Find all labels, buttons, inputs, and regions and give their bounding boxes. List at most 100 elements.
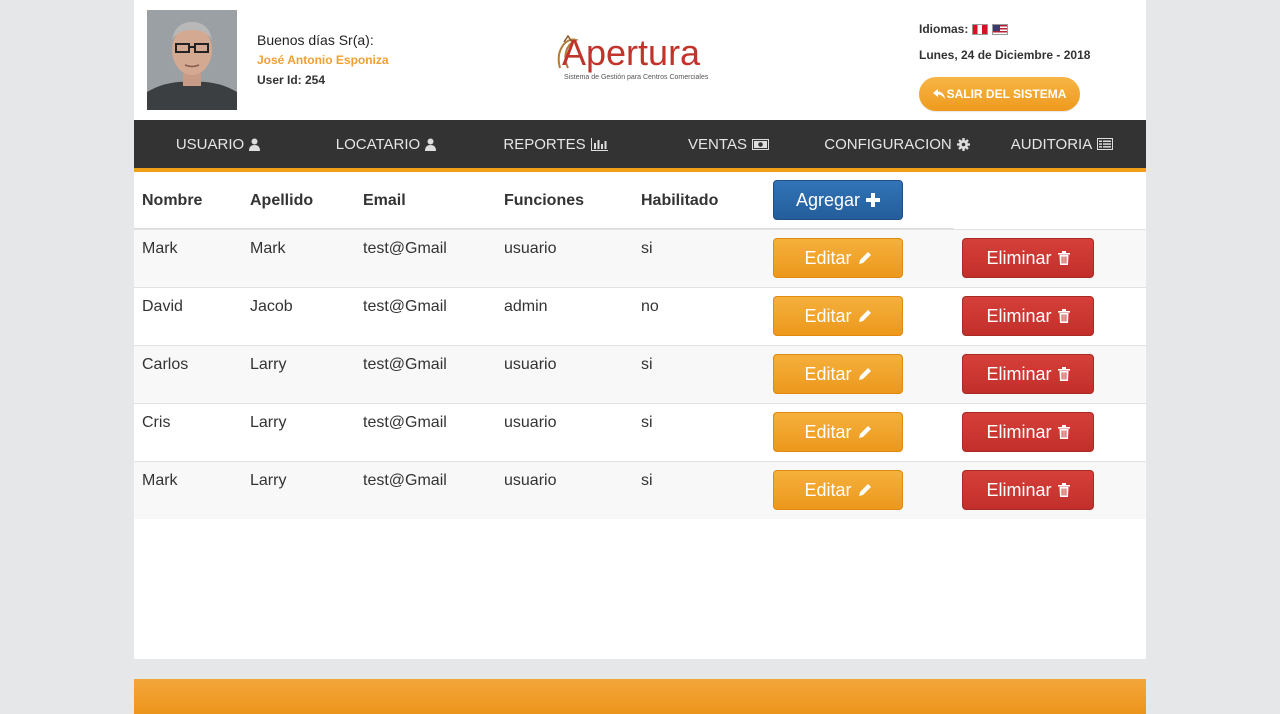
app-logo: Apertura Sistema de Gestión para Centros…: [554, 32, 714, 87]
table-row: Carlos Larry test@Gmail usuario si Edita…: [134, 345, 1146, 403]
header: Buenos días Sr(a): José Antonio Esponiza…: [134, 0, 1146, 120]
column-header-apellido: Apellido: [250, 192, 314, 209]
current-date: Lunes, 24 de Diciembre - 2018: [919, 48, 1091, 62]
nav-item-auditoria[interactable]: AUDITORIA: [978, 120, 1146, 168]
languages-label: Idiomas:: [919, 22, 969, 36]
main-nav: USUARIO LOCATARIO REPORTES VENTAS CONFIG…: [134, 120, 1146, 172]
delete-button[interactable]: Eliminar: [962, 296, 1094, 336]
cell-funciones: usuario: [504, 472, 557, 489]
plus-icon: [866, 193, 881, 207]
cell-funciones: admin: [504, 298, 548, 315]
table-row: Mark Larry test@Gmail usuario si Editar …: [134, 461, 1146, 519]
languages: Idiomas:: [919, 22, 1090, 36]
add-button[interactable]: Agregar: [773, 180, 903, 220]
table-row: Cris Larry test@Gmail usuario si Editar …: [134, 403, 1146, 461]
edit-label: Editar: [804, 363, 852, 384]
cell-habilitado: si: [641, 356, 653, 373]
page-container: Buenos días Sr(a): José Antonio Esponiza…: [134, 0, 1146, 659]
nav-label: AUDITORIA: [1010, 135, 1093, 153]
cell-email: test@Gmail: [363, 298, 447, 315]
peru-flag-icon[interactable]: [972, 23, 989, 35]
logout-label: SALIR DEL SISTEMA: [946, 87, 1067, 101]
user-name: José Antonio Esponiza: [257, 53, 389, 67]
greeting-block: Buenos días Sr(a): José Antonio Esponiza…: [257, 32, 389, 87]
edit-label: Editar: [804, 305, 852, 326]
pencil-icon: [858, 310, 871, 322]
nav-item-configuracion[interactable]: CONFIGURACION: [816, 120, 978, 168]
nav-item-reportes[interactable]: REPORTES: [470, 120, 641, 168]
cell-apellido: Mark: [250, 240, 286, 257]
trash-icon: [1057, 251, 1070, 265]
pencil-icon: [858, 426, 871, 438]
delete-label: Eliminar: [986, 421, 1052, 442]
trash-icon: [1057, 309, 1070, 323]
delete-button[interactable]: Eliminar: [962, 470, 1094, 510]
user-icon: [425, 138, 437, 151]
cell-apellido: Larry: [250, 356, 287, 373]
cell-nombre: Mark: [142, 472, 178, 489]
nav-item-locatario[interactable]: LOCATARIO: [302, 120, 470, 168]
edit-button[interactable]: Editar: [773, 238, 903, 278]
footer-bar: [134, 679, 1146, 714]
nav-label: USUARIO: [175, 135, 245, 153]
cell-nombre: Cris: [142, 414, 171, 431]
cell-nombre: David: [142, 298, 183, 315]
trash-icon: [1057, 367, 1070, 381]
delete-button[interactable]: Eliminar: [962, 412, 1094, 452]
header-right: Idiomas: Lunes, 24 de Diciembre - 2018 S…: [919, 22, 1090, 111]
add-label: Agregar: [795, 189, 861, 210]
cell-email: test@Gmail: [363, 472, 447, 489]
bar-chart-icon: [590, 137, 608, 151]
trash-icon: [1057, 425, 1070, 439]
trash-icon: [1057, 483, 1070, 497]
nav-item-usuario[interactable]: USUARIO: [134, 120, 302, 168]
cell-habilitado: si: [641, 414, 653, 431]
table-header: Nombre Apellido Email Funciones Habilita…: [134, 172, 1146, 229]
logo-brand: Apertura: [562, 32, 701, 73]
user-id: User Id: 254: [257, 73, 326, 87]
cell-habilitado: si: [641, 240, 653, 257]
nav-item-ventas[interactable]: VENTAS: [641, 120, 816, 168]
avatar: [147, 10, 237, 110]
table-row: Mark Mark test@Gmail usuario si Editar E…: [134, 229, 1146, 287]
nav-label: CONFIGURACION: [824, 135, 952, 153]
cell-apellido: Larry: [250, 472, 287, 489]
delete-label: Eliminar: [986, 479, 1052, 500]
logo-tagline: Sistema de Gestión para Centros Comercia…: [564, 74, 709, 81]
greeting-text: Buenos días Sr(a):: [257, 32, 374, 48]
cell-email: test@Gmail: [363, 356, 447, 373]
users-table: Nombre Apellido Email Funciones Habilita…: [134, 172, 1146, 519]
column-header-funciones: Funciones: [504, 192, 585, 209]
cell-nombre: Carlos: [142, 356, 189, 373]
logout-button[interactable]: SALIR DEL SISTEMA: [919, 77, 1080, 111]
cell-funciones: usuario: [504, 356, 557, 373]
edit-button[interactable]: Editar: [773, 412, 903, 452]
cell-email: test@Gmail: [363, 240, 447, 257]
nav-label: REPORTES: [503, 135, 586, 153]
delete-button[interactable]: Eliminar: [962, 238, 1094, 278]
edit-button[interactable]: Editar: [773, 296, 903, 336]
list-icon: [1097, 138, 1114, 150]
delete-label: Eliminar: [986, 247, 1052, 268]
cell-habilitado: si: [641, 472, 653, 489]
pencil-icon: [858, 368, 871, 380]
cell-funciones: usuario: [504, 414, 557, 431]
pencil-icon: [858, 252, 871, 264]
delete-button[interactable]: Eliminar: [962, 354, 1094, 394]
nav-label: LOCATARIO: [335, 135, 421, 153]
cell-email: test@Gmail: [363, 414, 447, 431]
cell-apellido: Jacob: [250, 298, 293, 315]
usa-flag-icon[interactable]: [992, 23, 1009, 35]
column-header-nombre: Nombre: [142, 192, 203, 209]
edit-button[interactable]: Editar: [773, 354, 903, 394]
pencil-icon: [858, 484, 871, 496]
user-icon: [249, 138, 261, 151]
cell-nombre: Mark: [142, 240, 178, 257]
column-header-email: Email: [363, 192, 406, 209]
edit-label: Editar: [804, 247, 852, 268]
money-icon: [751, 138, 769, 150]
edit-button[interactable]: Editar: [773, 470, 903, 510]
delete-label: Eliminar: [986, 363, 1052, 384]
edit-label: Editar: [804, 479, 852, 500]
column-header-habilitado: Habilitado: [641, 192, 719, 209]
